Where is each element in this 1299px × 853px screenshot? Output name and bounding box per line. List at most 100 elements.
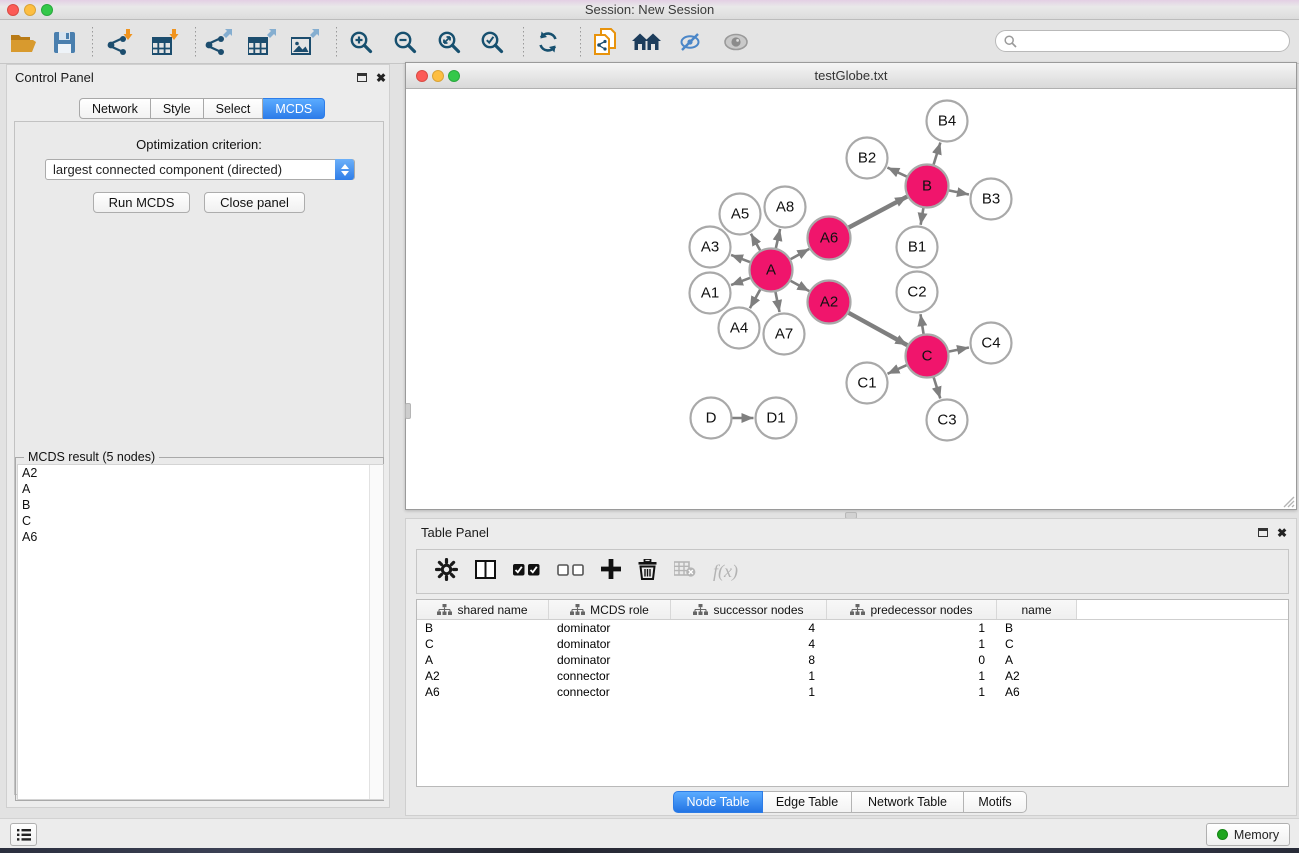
- graph-node-C2[interactable]: C2: [897, 272, 938, 313]
- table-settings-gear-icon[interactable]: [435, 558, 458, 586]
- network-close-button[interactable]: [416, 70, 428, 82]
- network-minimize-button[interactable]: [432, 70, 444, 82]
- column-header-shared-name[interactable]: shared name: [417, 600, 549, 619]
- maximize-window-button[interactable]: [41, 4, 53, 16]
- table-cell[interactable]: dominator: [549, 652, 671, 668]
- table-cell[interactable]: connector: [549, 684, 671, 700]
- mcds-result-item[interactable]: A2: [18, 465, 383, 481]
- table-cell[interactable]: A: [417, 652, 549, 668]
- mcds-result-list[interactable]: A2ABCA6: [17, 464, 384, 800]
- split-table-columns-icon[interactable]: [475, 560, 496, 584]
- graph-node-D1[interactable]: D1: [756, 398, 797, 439]
- tab-style[interactable]: Style: [151, 98, 204, 119]
- zoom-out-icon[interactable]: [388, 27, 422, 57]
- column-header-predecessor-nodes[interactable]: predecessor nodes: [827, 600, 997, 619]
- table-cell[interactable]: C: [997, 636, 1077, 652]
- table-cell[interactable]: A2: [997, 668, 1077, 684]
- graph-node-A1[interactable]: A1: [690, 273, 731, 314]
- table-row[interactable]: Cdominator41C: [417, 636, 1288, 652]
- network-canvas[interactable]: B4B2BB3A8A5A6B1A3AA1C2A2A4A7C4CC1C3DD1: [406, 89, 1296, 509]
- graph-node-A7[interactable]: A7: [764, 314, 805, 355]
- optimization-dropdown[interactable]: largest connected component (directed): [45, 159, 355, 180]
- table-cell[interactable]: A6: [997, 684, 1077, 700]
- network-window-titlebar[interactable]: testGlobe.txt: [406, 63, 1296, 89]
- tab-node-table[interactable]: Node Table: [673, 791, 763, 813]
- tab-network[interactable]: Network: [79, 98, 151, 119]
- table-cell[interactable]: connector: [549, 668, 671, 684]
- tab-mcds[interactable]: MCDS: [263, 98, 325, 119]
- graph-node-B[interactable]: B: [906, 165, 949, 208]
- table-cell[interactable]: B: [997, 620, 1077, 636]
- tab-edge-table[interactable]: Edge Table: [763, 791, 852, 813]
- network-resize-grip[interactable]: [1283, 496, 1295, 508]
- mcds-result-item[interactable]: A: [18, 481, 383, 497]
- export-network-icon[interactable]: [201, 27, 235, 57]
- table-cell[interactable]: 4: [671, 620, 827, 636]
- run-mcds-button[interactable]: Run MCDS: [93, 192, 190, 213]
- create-column-plus-icon[interactable]: [601, 559, 621, 584]
- table-cell[interactable]: B: [417, 620, 549, 636]
- column-header-name[interactable]: name: [997, 600, 1077, 619]
- network-vertical-scroll-thumb[interactable]: [405, 403, 411, 419]
- memory-button[interactable]: Memory: [1206, 823, 1290, 846]
- graph-node-C[interactable]: C: [906, 335, 949, 378]
- tab-network-table[interactable]: Network Table: [852, 791, 964, 813]
- table-cell[interactable]: 1: [827, 636, 997, 652]
- table-cell[interactable]: dominator: [549, 620, 671, 636]
- network-maximize-button[interactable]: [448, 70, 460, 82]
- eye-icon[interactable]: [719, 27, 753, 57]
- import-table-icon[interactable]: [149, 27, 183, 57]
- graph-node-A4[interactable]: A4: [719, 308, 760, 349]
- graph-node-C1[interactable]: C1: [847, 363, 888, 404]
- float-table-panel-icon[interactable]: [1258, 528, 1268, 537]
- minimize-window-button[interactable]: [24, 4, 36, 16]
- table-cell[interactable]: A6: [417, 684, 549, 700]
- close-panel-icon[interactable]: ✖: [376, 73, 386, 83]
- table-cell[interactable]: 8: [671, 652, 827, 668]
- tab-motifs[interactable]: Motifs: [964, 791, 1027, 813]
- table-cell[interactable]: A2: [417, 668, 549, 684]
- refresh-icon[interactable]: [531, 27, 565, 57]
- table-cell[interactable]: C: [417, 636, 549, 652]
- zoom-selected-icon[interactable]: [475, 27, 509, 57]
- column-header-MCDS-role[interactable]: MCDS role: [549, 600, 671, 619]
- export-table-icon[interactable]: [245, 27, 279, 57]
- zoom-fit-icon[interactable]: [432, 27, 466, 57]
- table-cell[interactable]: 1: [827, 668, 997, 684]
- search-field[interactable]: [995, 30, 1290, 52]
- table-row[interactable]: Bdominator41B: [417, 620, 1288, 636]
- graph-node-A[interactable]: A: [750, 249, 793, 292]
- search-input[interactable]: [1021, 32, 1289, 50]
- close-panel-button[interactable]: Close panel: [204, 192, 305, 213]
- graph-node-A6[interactable]: A6: [808, 217, 851, 260]
- import-network-icon[interactable]: [103, 27, 137, 57]
- table-row[interactable]: Adominator80A: [417, 652, 1288, 668]
- graph-node-B4[interactable]: B4: [927, 101, 968, 142]
- export-image-icon[interactable]: [288, 27, 322, 57]
- mcds-result-item[interactable]: B: [18, 497, 383, 513]
- graph-node-A2[interactable]: A2: [808, 281, 851, 324]
- graph-node-A8[interactable]: A8: [765, 187, 806, 228]
- float-panel-icon[interactable]: [357, 73, 367, 82]
- task-history-button[interactable]: [10, 823, 37, 846]
- select-all-columns-icon[interactable]: [513, 563, 540, 581]
- hide-graphics-details-icon[interactable]: [673, 27, 707, 57]
- table-cell[interactable]: 1: [827, 620, 997, 636]
- table-cell[interactable]: 1: [671, 684, 827, 700]
- table-cell[interactable]: 1: [827, 684, 997, 700]
- graph-node-B3[interactable]: B3: [971, 179, 1012, 220]
- graph-node-B2[interactable]: B2: [847, 138, 888, 179]
- home-network-icon[interactable]: [630, 27, 664, 57]
- table-row[interactable]: A2connector11A2: [417, 668, 1288, 684]
- graph-node-A5[interactable]: A5: [720, 194, 761, 235]
- zoom-in-icon[interactable]: [344, 27, 378, 57]
- graph-node-C4[interactable]: C4: [971, 323, 1012, 364]
- table-cell[interactable]: 0: [827, 652, 997, 668]
- close-window-button[interactable]: [7, 4, 19, 16]
- table-cell[interactable]: 1: [671, 668, 827, 684]
- close-table-panel-icon[interactable]: ✖: [1277, 528, 1287, 538]
- column-header-successor-nodes[interactable]: successor nodes: [671, 600, 827, 619]
- delete-column-trash-icon[interactable]: [638, 559, 657, 585]
- table-row[interactable]: A6connector11A6: [417, 684, 1288, 700]
- mcds-result-item[interactable]: C: [18, 513, 383, 529]
